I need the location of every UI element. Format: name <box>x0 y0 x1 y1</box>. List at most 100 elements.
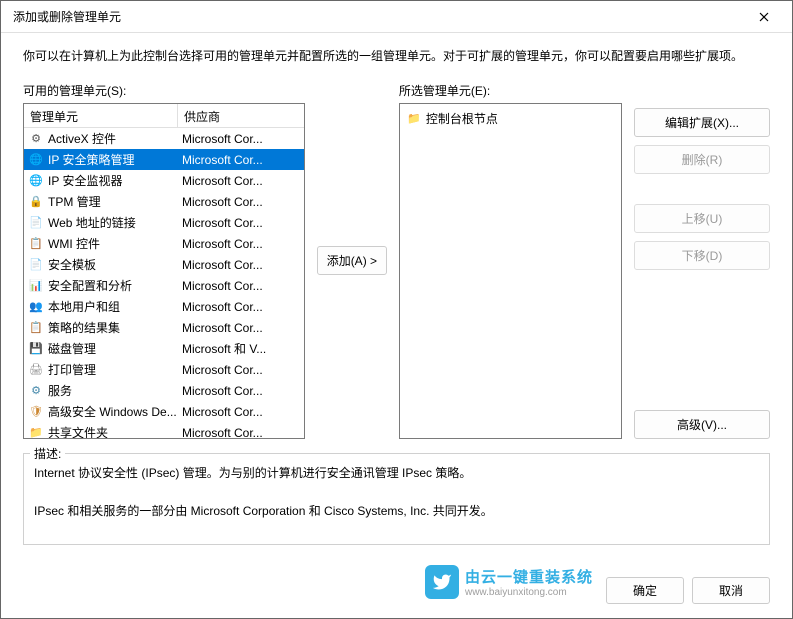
list-row[interactable]: 📄安全模板Microsoft Cor... <box>24 254 304 275</box>
list-row[interactable]: 💾磁盘管理Microsoft 和 V... <box>24 338 304 359</box>
list-row[interactable]: 📊安全配置和分析Microsoft Cor... <box>24 275 304 296</box>
snapin-icon: 📄 <box>28 257 44 273</box>
dialog-description: 你可以在计算机上为此控制台选择可用的管理单元并配置所选的一组管理单元。对于可扩展… <box>23 47 770 64</box>
vendor-cell: Microsoft Cor... <box>178 235 304 253</box>
list-row[interactable]: 👥本地用户和组Microsoft Cor... <box>24 296 304 317</box>
vendor-cell: Microsoft Cor... <box>178 172 304 190</box>
snapin-icon: 🌐 <box>28 173 44 189</box>
snapin-name: Web 地址的链接 <box>48 214 136 231</box>
snapin-name-cell: 💾磁盘管理 <box>24 338 178 359</box>
description-label: 描述: <box>30 445 65 462</box>
list-row[interactable]: 📋策略的结果集Microsoft Cor... <box>24 317 304 338</box>
snapin-name-cell: ⚙ActiveX 控件 <box>24 128 178 149</box>
snapin-icon: 📁 <box>28 425 44 440</box>
snapin-name-cell: 🌐IP 安全策略管理 <box>24 149 178 170</box>
header-snapin[interactable]: 管理单元 <box>24 104 178 127</box>
vendor-cell: Microsoft Cor... <box>178 214 304 232</box>
snapin-name: IP 安全策略管理 <box>48 151 134 168</box>
snapin-name-cell: 🌐IP 安全监视器 <box>24 170 178 191</box>
middle-column: 添加(A) > <box>317 82 387 439</box>
vendor-cell: Microsoft Cor... <box>178 403 304 421</box>
vendor-cell: Microsoft Cor... <box>178 424 304 440</box>
content-area: 你可以在计算机上为此控制台选择可用的管理单元并配置所选的一组管理单元。对于可扩展… <box>1 33 792 567</box>
list-row[interactable]: 🔒TPM 管理Microsoft Cor... <box>24 191 304 212</box>
vendor-cell: Microsoft Cor... <box>178 319 304 337</box>
vendor-cell: Microsoft Cor... <box>178 193 304 211</box>
add-button[interactable]: 添加(A) > <box>317 246 387 275</box>
snapin-name-cell: ⚙服务 <box>24 380 178 401</box>
close-icon <box>759 12 769 22</box>
list-row[interactable]: 🌐IP 安全监视器Microsoft Cor... <box>24 170 304 191</box>
list-row[interactable]: 🌐IP 安全策略管理Microsoft Cor... <box>24 149 304 170</box>
folder-icon: 📁 <box>406 111 422 127</box>
available-column: 可用的管理单元(S): 管理单元 供应商 ⚙ActiveX 控件Microsof… <box>23 82 305 439</box>
snapin-name-cell: 📄Web 地址的链接 <box>24 212 178 233</box>
close-button[interactable] <box>744 3 784 31</box>
description-text: Internet 协议安全性 (IPsec) 管理。为与别的计算机进行安全通讯管… <box>34 464 759 520</box>
vendor-cell: Microsoft Cor... <box>178 130 304 148</box>
list-row[interactable]: 📁 共享文件夹 Microsoft Cor... <box>24 422 304 439</box>
list-row[interactable]: 🛡高级安全 Windows De...Microsoft Cor... <box>24 401 304 422</box>
snapin-name-cell: 📋WMI 控件 <box>24 233 178 254</box>
header-vendor[interactable]: 供应商 <box>178 104 304 127</box>
snapin-icon: 📊 <box>28 278 44 294</box>
vendor-cell: Microsoft Cor... <box>178 256 304 274</box>
list-row[interactable]: ⚙ActiveX 控件Microsoft Cor... <box>24 128 304 149</box>
selected-column: 所选管理单元(E): 📁控制台根节点 <box>399 82 622 439</box>
available-list-body[interactable]: ⚙ActiveX 控件Microsoft Cor...🌐IP 安全策略管理Mic… <box>24 128 304 439</box>
vendor-cell: Microsoft Cor... <box>178 277 304 295</box>
tree-item-label: 控制台根节点 <box>426 110 498 127</box>
snapin-icon: 📋 <box>28 236 44 252</box>
list-row[interactable]: 📄Web 地址的链接Microsoft Cor... <box>24 212 304 233</box>
selected-listbox[interactable]: 📁控制台根节点 <box>399 103 622 439</box>
advanced-button[interactable]: 高级(V)... <box>634 410 770 439</box>
available-listbox[interactable]: 管理单元 供应商 ⚙ActiveX 控件Microsoft Cor...🌐IP … <box>23 103 305 439</box>
right-button-column: 编辑扩展(X)... 删除(R) 上移(U) 下移(D) 高级(V)... <box>634 82 770 439</box>
snapin-icon: 📄 <box>28 215 44 231</box>
cancel-button[interactable]: 取消 <box>692 577 770 604</box>
remove-button: 删除(R) <box>634 145 770 174</box>
snapin-icon: ⚙ <box>28 131 44 147</box>
vendor-cell: Microsoft Cor... <box>178 151 304 169</box>
list-header: 管理单元 供应商 <box>24 104 304 128</box>
desc-line-2: IPsec 和相关服务的一部分由 Microsoft Corporation 和… <box>34 502 759 520</box>
snapin-name: 共享文件夹 <box>48 424 108 439</box>
window-title: 添加或删除管理单元 <box>13 8 744 25</box>
titlebar: 添加或删除管理单元 <box>1 1 792 33</box>
vendor-cell: Microsoft Cor... <box>178 382 304 400</box>
vendor-cell: Microsoft 和 V... <box>178 338 304 359</box>
snapin-name-cell: 🛡高级安全 Windows De... <box>24 401 178 422</box>
main-row: 可用的管理单元(S): 管理单元 供应商 ⚙ActiveX 控件Microsof… <box>23 82 770 439</box>
snapin-name-cell: 🔒TPM 管理 <box>24 191 178 212</box>
snapin-name: 安全模板 <box>48 256 96 273</box>
snapin-name: ActiveX 控件 <box>48 130 116 147</box>
snapin-name: WMI 控件 <box>48 235 100 252</box>
snapin-name-cell: 🖨打印管理 <box>24 359 178 380</box>
vendor-cell: Microsoft Cor... <box>178 298 304 316</box>
snapin-icon: 🔒 <box>28 194 44 210</box>
snapin-name-cell: 📄安全模板 <box>24 254 178 275</box>
snapin-name: 磁盘管理 <box>48 340 96 357</box>
move-down-button: 下移(D) <box>634 241 770 270</box>
snapin-name: 服务 <box>48 382 72 399</box>
selected-label: 所选管理单元(E): <box>399 82 622 99</box>
dialog-window: 添加或删除管理单元 你可以在计算机上为此控制台选择可用的管理单元并配置所选的一组… <box>0 0 793 619</box>
description-groupbox: 描述: Internet 协议安全性 (IPsec) 管理。为与别的计算机进行安… <box>23 453 770 545</box>
list-row[interactable]: ⚙服务Microsoft Cor... <box>24 380 304 401</box>
list-row[interactable]: 📋WMI 控件Microsoft Cor... <box>24 233 304 254</box>
snapin-icon: 💾 <box>28 341 44 357</box>
snapin-name: 本地用户和组 <box>48 298 120 315</box>
ok-button[interactable]: 确定 <box>606 577 684 604</box>
snapin-name: 高级安全 Windows De... <box>48 403 177 420</box>
snapin-name: 策略的结果集 <box>48 319 120 336</box>
available-label: 可用的管理单元(S): <box>23 82 305 99</box>
snapin-name-cell: 👥本地用户和组 <box>24 296 178 317</box>
desc-line-1: Internet 协议安全性 (IPsec) 管理。为与别的计算机进行安全通讯管… <box>34 464 759 482</box>
edit-extensions-button[interactable]: 编辑扩展(X)... <box>634 108 770 137</box>
snapin-name: 安全配置和分析 <box>48 277 132 294</box>
snapin-name-cell: 📊安全配置和分析 <box>24 275 178 296</box>
list-row[interactable]: 🖨打印管理Microsoft Cor... <box>24 359 304 380</box>
snapin-name: IP 安全监视器 <box>48 172 122 189</box>
tree-item[interactable]: 📁控制台根节点 <box>404 108 617 129</box>
snapin-icon: ⚙ <box>28 383 44 399</box>
